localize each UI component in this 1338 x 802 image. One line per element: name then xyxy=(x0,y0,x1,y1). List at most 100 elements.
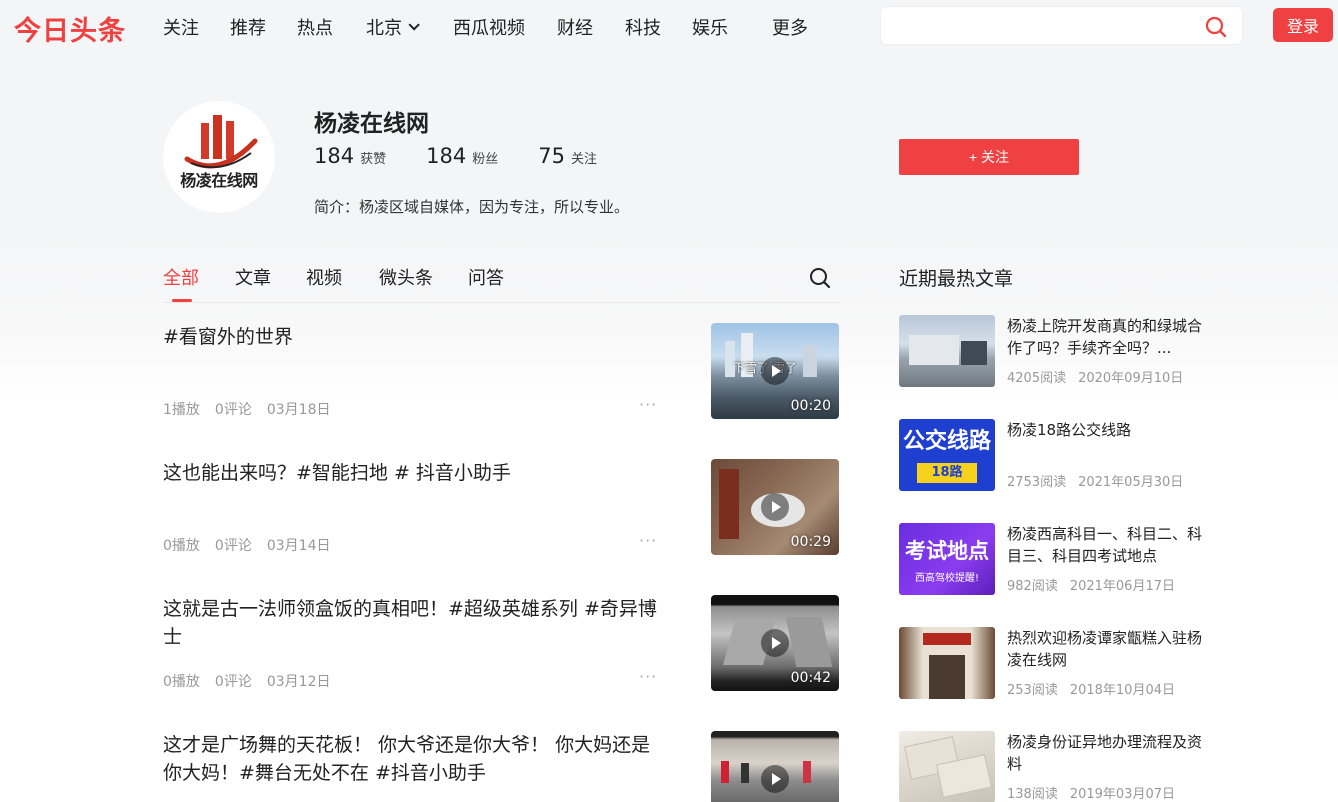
hot-article-item[interactable]: 考试地点 西高驾校提醒! 杨凌西高科目一、科目二、科目三、科目四考试地点 982… xyxy=(899,523,1229,595)
nav-item-finance[interactable]: 财经 xyxy=(557,14,593,40)
thumbnail-caption: 公交线路 xyxy=(902,429,991,454)
sign-board-shape xyxy=(923,633,971,645)
video-thumbnail[interactable]: 00:29 xyxy=(711,459,839,555)
building-shape xyxy=(961,341,987,365)
tab-videos[interactable]: 视频 xyxy=(306,264,342,290)
login-button[interactable]: 登录 xyxy=(1273,8,1333,42)
feed-item[interactable]: 这才是广场舞的天花板！ 你大爷还是你大爷！ 你大妈还是你大妈！#舞台无处不在 #… xyxy=(163,731,839,802)
thumbnail-caption: 西高驾校提醒! xyxy=(914,573,979,584)
yangling-logo-icon xyxy=(184,115,258,169)
chair-leg-shape xyxy=(719,469,739,539)
article-date: 2021年05月30日 xyxy=(1078,475,1184,490)
thumbnail-caption: 18路 xyxy=(917,463,977,483)
feed-item[interactable]: 这就是古一法师领盒饭的真相吧！#超级英雄系列 #奇异博士 0播放 0评论 03月12… xyxy=(163,595,839,691)
stat-likes-count: 184 xyxy=(314,144,355,168)
avatar[interactable]: 杨凌在线网 xyxy=(163,101,275,213)
feed-title[interactable]: 这才是广场舞的天花板！ 你大爷还是你大爷！ 你大妈还是你大妈！#舞台无处不在 #… xyxy=(163,731,663,787)
article-thumbnail[interactable]: 考试地点 西高驾校提醒! xyxy=(899,523,995,595)
profile-stats: 184 获赞 184 粉丝 75 关注 xyxy=(314,144,637,168)
feed-item[interactable]: 这也能出来吗？#智能扫地 # 抖音小助手 0播放 0评论 03月14日 ··· 00… xyxy=(163,459,839,555)
feed-title[interactable]: 这也能出来吗？#智能扫地 # 抖音小助手 xyxy=(163,459,663,487)
nav-item-city-label: 北京 xyxy=(366,18,402,39)
hot-article-item[interactable]: 热烈欢迎杨凌谭家甑糕入驻杨凌在线网 253阅读 2018年10月04日 xyxy=(899,627,1229,699)
dancer-shape xyxy=(741,763,749,783)
feed-title[interactable]: 这就是古一法师领盒饭的真相吧！#超级英雄系列 #奇异博士 xyxy=(163,595,663,651)
toutiao-logo[interactable]: 今日头条 xyxy=(14,9,126,48)
article-date: 2021年06月17日 xyxy=(1069,579,1175,594)
play-icon[interactable] xyxy=(761,765,789,793)
feed-plays: 1播放 xyxy=(163,402,200,418)
article-title[interactable]: 杨凌上院开发商真的和绿城合作了吗？手续齐全吗？... xyxy=(1007,315,1207,359)
nav-item-recommend[interactable]: 推荐 xyxy=(230,14,266,40)
tab-qa[interactable]: 问答 xyxy=(468,264,504,290)
search-icon[interactable] xyxy=(808,266,832,290)
stat-fans-count: 184 xyxy=(426,144,467,168)
article-thumbnail[interactable] xyxy=(899,627,995,699)
article-title[interactable]: 杨凌身份证异地办理流程及资料 xyxy=(1007,731,1207,775)
feed-title[interactable]: #看窗外的世界 xyxy=(163,323,663,351)
article-date: 2018年10月04日 xyxy=(1069,683,1175,698)
sidebar-title: 近期最热文章 xyxy=(899,268,1014,290)
nav-item-xigua[interactable]: 西瓜视频 xyxy=(453,14,525,40)
thumbnail-caption: 考试地点 xyxy=(905,539,989,563)
stat-following[interactable]: 75 关注 xyxy=(538,144,597,168)
more-options-icon[interactable]: ··· xyxy=(639,531,657,550)
feed-date: 03月14日 xyxy=(266,538,331,554)
doorway-shape xyxy=(929,655,965,699)
nav-item-tech[interactable]: 科技 xyxy=(625,14,661,40)
video-thumbnail[interactable]: 00:42 xyxy=(711,595,839,691)
feed-meta: 0播放 0评论 03月12日 xyxy=(163,671,345,691)
dancer-shape xyxy=(721,761,729,783)
play-icon[interactable] xyxy=(761,493,789,521)
search-input[interactable] xyxy=(893,15,1193,37)
feed-comments: 0评论 xyxy=(214,674,252,690)
article-meta: 982阅读 2021年06月17日 xyxy=(1007,575,1187,594)
building-shape xyxy=(909,335,959,365)
article-thumbnail[interactable] xyxy=(899,731,995,802)
active-tab-indicator xyxy=(172,299,192,302)
feed-plays: 0播放 xyxy=(163,538,200,554)
tab-micro[interactable]: 微头条 xyxy=(379,264,433,290)
nav-item-follow[interactable]: 关注 xyxy=(163,14,199,40)
article-title[interactable]: 热烈欢迎杨凌谭家甑糕入驻杨凌在线网 xyxy=(1007,627,1207,671)
stat-fans-label: 粉丝 xyxy=(472,152,499,167)
search-box[interactable] xyxy=(880,6,1243,45)
feed-plays: 0播放 xyxy=(163,674,200,690)
article-reads: 982阅读 xyxy=(1007,579,1058,594)
nav-item-entertainment[interactable]: 娱乐 xyxy=(692,14,728,40)
search-icon[interactable] xyxy=(1204,15,1228,39)
feed-meta: 0播放 0评论 03月14日 xyxy=(163,535,345,555)
feed-meta: 1播放 0评论 03月18日 xyxy=(163,399,345,419)
stat-likes-label: 获赞 xyxy=(360,152,387,167)
hot-article-item[interactable]: 杨凌上院开发商真的和绿城合作了吗？手续齐全吗？... 4205阅读 2020年09… xyxy=(899,315,1229,387)
follow-button[interactable]: + 关注 xyxy=(899,139,1079,175)
tab-all[interactable]: 全部 xyxy=(163,264,199,290)
more-options-icon[interactable]: ··· xyxy=(639,667,657,686)
building-shape xyxy=(785,617,833,667)
nav-item-city[interactable]: 北京 xyxy=(366,14,420,40)
more-options-icon[interactable]: ··· xyxy=(639,395,657,414)
hot-article-item[interactable]: 杨凌身份证异地办理流程及资料 138阅读 2019年03月07日 xyxy=(899,731,1229,802)
video-duration: 00:29 xyxy=(790,534,831,550)
article-meta: 253阅读 2018年10月04日 xyxy=(1007,679,1187,698)
video-thumbnail[interactable] xyxy=(711,731,839,802)
tab-articles[interactable]: 文章 xyxy=(235,264,271,290)
feed-comments: 0评论 xyxy=(214,402,252,418)
stat-following-count: 75 xyxy=(538,144,565,168)
nav-item-more[interactable]: 更多 xyxy=(772,14,808,40)
article-thumbnail[interactable] xyxy=(899,315,995,387)
article-title[interactable]: 杨凌18路公交线路 xyxy=(1007,419,1207,441)
nav-item-hot[interactable]: 热点 xyxy=(297,14,333,40)
stat-following-label: 关注 xyxy=(570,152,597,167)
video-duration: 00:20 xyxy=(790,398,831,414)
video-thumbnail[interactable]: 下雪了 雪了 00:20 xyxy=(711,323,839,419)
feed-item[interactable]: #看窗外的世界 1播放 0评论 03月18日 ··· 下雪了 雪了 00:20 xyxy=(163,323,839,419)
hot-article-item[interactable]: 公交线路 18路 杨凌18路公交线路 2753阅读 2021年05月30日 xyxy=(899,419,1229,491)
play-icon[interactable] xyxy=(761,357,789,385)
chevron-down-icon xyxy=(408,19,420,31)
play-icon[interactable] xyxy=(761,629,789,657)
article-thumbnail[interactable]: 公交线路 18路 xyxy=(899,419,995,491)
stat-fans[interactable]: 184 粉丝 xyxy=(426,144,498,168)
article-title[interactable]: 杨凌西高科目一、科目二、科目三、科目四考试地点 xyxy=(1007,523,1207,567)
top-navbar: 今日头条 关注 推荐 热点 北京 西瓜视频 财经 科技 娱乐 更多 登录 xyxy=(0,0,1338,52)
